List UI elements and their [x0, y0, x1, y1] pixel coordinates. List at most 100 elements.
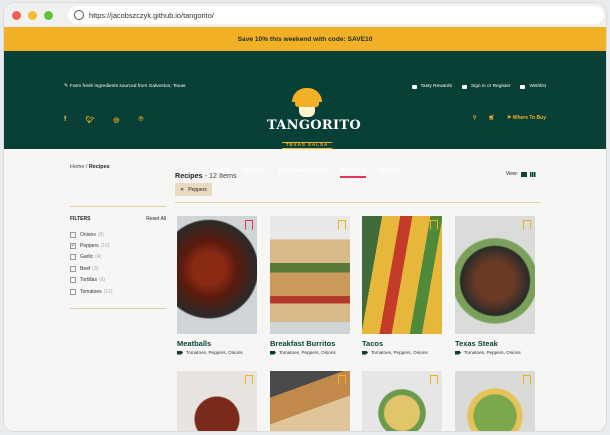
recipe-card[interactable]: [177, 371, 257, 431]
checkbox[interactable]: [70, 288, 76, 295]
remove-icon[interactable]: ✕: [180, 187, 184, 193]
recipe-card[interactable]: [455, 371, 535, 431]
checkbox[interactable]: [70, 231, 76, 238]
tag-icon: [177, 350, 183, 355]
bookmark-icon[interactable]: [523, 375, 531, 385]
tag-icon: [455, 350, 461, 355]
recipe-card[interactable]: Tacos Tomatoes, Peppers, Onions: [362, 216, 442, 355]
filter-label: Peppers: [80, 243, 99, 250]
view-label: View:: [505, 171, 518, 177]
site-logo[interactable]: TANGORITO TEXAS SALSA: [267, 88, 361, 151]
filter-option[interactable]: Tomatoes (12): [70, 286, 166, 297]
recipe-tags-text: Tomatoes, Peppers, Onions: [371, 350, 428, 355]
bookmark-icon[interactable]: [523, 220, 531, 230]
filter-option[interactable]: Onions (8): [70, 229, 166, 240]
cart-icon[interactable]: 🛒︎: [489, 115, 495, 121]
where-to-buy-link[interactable]: ⚑ Where To Buy: [507, 115, 546, 121]
pinterest-icon[interactable]: ℗: [138, 116, 143, 124]
filter-option[interactable]: Beef (3): [70, 263, 166, 274]
filter-label: Tomatoes: [80, 288, 102, 295]
leaf-icon: ✎: [64, 84, 69, 89]
gift-icon: [411, 84, 417, 89]
recipe-card[interactable]: Breakfast Burritos Tomatoes, Peppers, On…: [270, 216, 350, 355]
recipe-image[interactable]: [362, 371, 442, 431]
recipe-image[interactable]: [455, 216, 535, 334]
rewards-link[interactable]: Tasty Rewards: [411, 84, 452, 89]
rewards-label: Tasty Rewards: [420, 84, 452, 89]
tagline: ✎ Farm fresh ingredients sourced from Ga…: [64, 84, 185, 89]
breadcrumb: Home / Recipes: [70, 164, 110, 170]
filter-option[interactable]: Tortillas (6): [70, 275, 166, 286]
globe-icon: [74, 10, 84, 20]
checkbox[interactable]: [70, 265, 76, 272]
recipe-title[interactable]: Tacos: [362, 339, 442, 348]
bookmark-icon[interactable]: [338, 375, 346, 385]
maximize-dot[interactable]: [44, 10, 53, 20]
recipe-title[interactable]: Texas Steak: [455, 339, 535, 348]
bookmark-icon[interactable]: [245, 220, 253, 230]
recipe-card[interactable]: Texas Steak Tomatoes, Peppers, Onions: [455, 216, 535, 355]
content-divider: [175, 202, 540, 203]
nav-about[interactable]: ABOUT: [379, 168, 400, 178]
signin-label: Sign in or Register: [471, 84, 511, 89]
mascot-icon: [299, 107, 315, 117]
active-filter-chip[interactable]: ✕ Peppers: [175, 183, 212, 196]
breadcrumb-current: Recipes: [88, 164, 110, 170]
recipe-image[interactable]: [177, 371, 257, 431]
view-toggle: View:: [506, 171, 536, 177]
reset-all-link[interactable]: Reset All: [146, 216, 166, 222]
recipe-image[interactable]: [455, 371, 535, 431]
recipe-card[interactable]: [270, 371, 350, 431]
recipe-tags: Tomatoes, Peppers, Onions: [177, 350, 257, 355]
checkbox[interactable]: [70, 277, 76, 284]
checkbox[interactable]: [70, 254, 76, 261]
filter-count: (3): [92, 265, 99, 272]
recipe-image[interactable]: [270, 216, 350, 334]
bookmark-icon[interactable]: [338, 220, 346, 230]
twitter-icon[interactable]: 🐦︎: [85, 116, 94, 124]
recipe-image[interactable]: [362, 216, 442, 334]
utility-links: Tasty Rewards Sign in or Register Wishli…: [411, 84, 546, 89]
recipe-card[interactable]: Meatballs Tomatoes, Peppers, Onions: [177, 216, 257, 355]
sidebar-divider: [70, 308, 166, 309]
filter-count: (4): [95, 254, 102, 261]
wishlist-link[interactable]: Wishlist: [520, 84, 546, 89]
filter-option[interactable]: Garlic (4): [70, 252, 166, 263]
nav-recipes[interactable]: RECIPES: [339, 168, 367, 178]
filter-count: (6): [98, 277, 106, 284]
hat-icon: [295, 100, 319, 107]
search-icon[interactable]: ⚲: [473, 115, 477, 121]
recipe-title[interactable]: Meatballs: [177, 339, 257, 348]
filter-label: Garlic: [80, 254, 94, 261]
listing-title: Recipes - 12 Items: [175, 171, 237, 180]
recipe-card[interactable]: [362, 371, 442, 431]
bookmark-icon[interactable]: [245, 375, 253, 385]
promo-text: Save 10% this weekend with code: SAVE10: [237, 35, 373, 43]
close-dot[interactable]: [12, 10, 21, 20]
filter-option[interactable]: ✓ Peppers (10): [70, 240, 166, 251]
site-header: ✎ Farm fresh ingredients sourced from Ga…: [4, 51, 606, 178]
checkbox-checked[interactable]: ✓: [70, 243, 76, 250]
social-links: f 🐦︎ ◎ ℗: [64, 116, 144, 124]
signin-link[interactable]: Sign in or Register: [462, 84, 510, 89]
address-bar[interactable]: https://jacobszczyk.github.io/tangorito/: [68, 6, 604, 24]
nav-queso[interactable]: QUESO: [243, 168, 265, 178]
minimize-dot[interactable]: [28, 10, 37, 20]
bookmark-icon[interactable]: [430, 220, 438, 230]
instagram-icon[interactable]: ◎: [113, 116, 119, 124]
nav-tortilla-chips[interactable]: TORTILLA CHIPS: [277, 168, 326, 178]
facebook-icon[interactable]: f: [64, 116, 66, 124]
tag-icon: [362, 350, 368, 355]
tagline-text: Farm fresh ingredients sourced from Galv…: [70, 84, 186, 89]
bookmark-icon[interactable]: [430, 375, 438, 385]
filter-title: FILTERS: [70, 216, 91, 222]
filter-count: (12): [103, 288, 113, 295]
large-grid-icon[interactable]: [521, 171, 527, 177]
logo-sub: TEXAS SALSA: [281, 142, 333, 149]
recipe-image[interactable]: [177, 216, 257, 334]
wishlist-label: Wishlist: [529, 84, 546, 89]
small-grid-icon[interactable]: [530, 171, 536, 177]
breadcrumb-home[interactable]: Home: [70, 164, 84, 170]
recipe-title[interactable]: Breakfast Burritos: [270, 339, 350, 348]
recipe-image[interactable]: [270, 371, 350, 431]
